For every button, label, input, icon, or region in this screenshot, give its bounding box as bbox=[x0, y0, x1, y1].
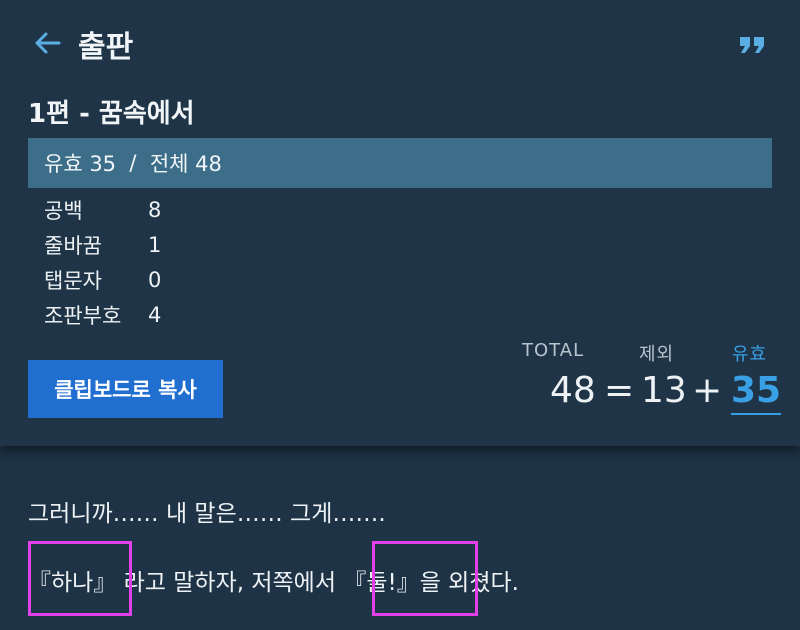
plus-sign: + bbox=[692, 370, 723, 411]
stat-row-linebreaks: 줄바꿈 1 bbox=[44, 227, 161, 262]
stat-row-typesetting-marks: 조판부호 4 bbox=[44, 297, 161, 332]
stat-value: 4 bbox=[148, 302, 162, 327]
total-label: TOTAL bbox=[522, 340, 585, 361]
stats-list: 공백 8 줄바꿈 1 탭문자 0 조판부호 4 bbox=[44, 192, 161, 332]
stat-row-tabs: 탭문자 0 bbox=[44, 262, 161, 297]
quote-icon bbox=[740, 37, 764, 53]
valid-label: 유효 bbox=[732, 344, 768, 365]
chapter-title: 1편 - 꿈속에서 bbox=[28, 99, 195, 129]
stat-row-spaces: 공백 8 bbox=[44, 192, 161, 227]
summary-valid-count: 유효 35 bbox=[44, 152, 117, 176]
page-title: 출판 bbox=[78, 30, 134, 65]
valid-value: 35 bbox=[731, 370, 782, 415]
header: 출판 bbox=[0, 0, 800, 90]
typesetting-mark-highlight bbox=[28, 541, 132, 616]
stat-label: 공백 bbox=[44, 198, 83, 223]
stat-label: 줄바꿈 bbox=[44, 233, 102, 258]
excluded-value: 13 bbox=[641, 370, 687, 411]
stat-value: 0 bbox=[148, 267, 162, 292]
publish-panel: 출판 1편 - 꿈속에서 유효 35 / 전체 48 공백 8 줄바꿈 1 탭문… bbox=[0, 0, 800, 446]
back-button[interactable] bbox=[30, 26, 64, 60]
excluded-label: 제외 bbox=[639, 344, 675, 365]
copy-to-clipboard-button[interactable]: 클립보드로 복사 bbox=[28, 360, 223, 418]
stat-value: 8 bbox=[148, 197, 162, 222]
stat-label: 탭문자 bbox=[44, 268, 102, 293]
total-value: 48 bbox=[550, 370, 596, 411]
arrow-left-icon bbox=[35, 32, 61, 54]
summary-gap bbox=[136, 151, 149, 175]
text-line: 그러니까…… 내 말은…… 그게……. bbox=[28, 501, 386, 527]
summary-total-count: 전체 48 bbox=[149, 152, 222, 176]
stat-label: 조판부호 bbox=[44, 303, 122, 328]
stat-value: 1 bbox=[148, 232, 162, 257]
typesetting-mark-highlight bbox=[372, 541, 478, 616]
summary-separator bbox=[116, 151, 129, 175]
quote-button[interactable] bbox=[736, 30, 770, 58]
count-summary-bar: 유효 35 / 전체 48 bbox=[28, 138, 772, 188]
summary-slash: / bbox=[129, 151, 137, 175]
equals-sign: = bbox=[604, 370, 635, 411]
